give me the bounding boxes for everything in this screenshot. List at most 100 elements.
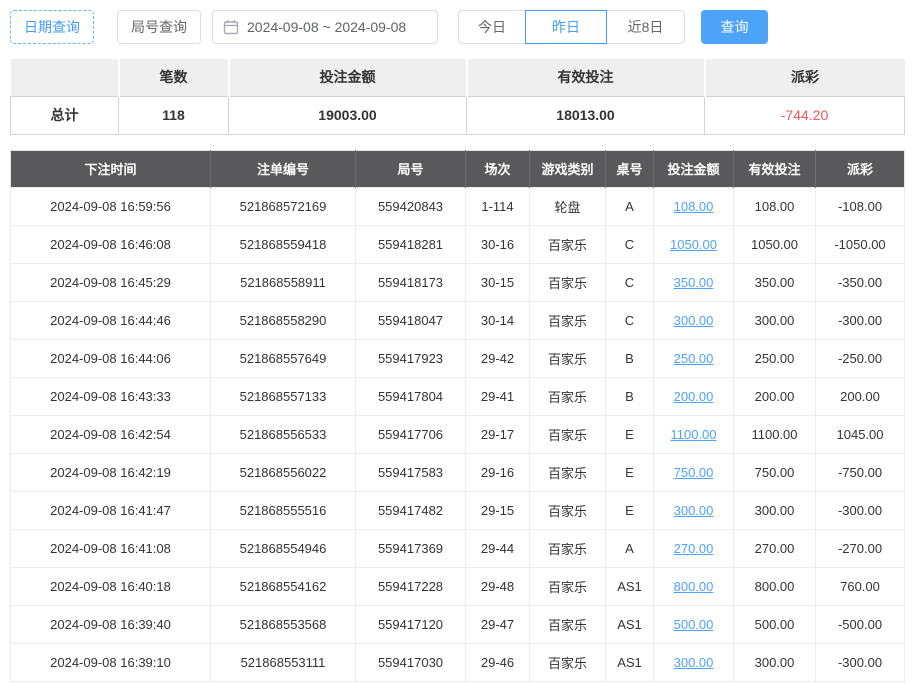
table-row: 2024-09-08 16:39:40521868553568559417120… bbox=[11, 605, 905, 643]
summary-total-label: 总计 bbox=[11, 96, 119, 134]
cell-table-no: B bbox=[606, 377, 654, 415]
cell-game: 百家乐 bbox=[530, 567, 606, 605]
summary-payout: -744.20 bbox=[705, 96, 905, 134]
table-row: 2024-09-08 16:41:08521868554946559417369… bbox=[11, 529, 905, 567]
cell-table-no: AS1 bbox=[606, 605, 654, 643]
cell-valid-bet: 1100.00 bbox=[734, 415, 816, 453]
cell-payout: -350.00 bbox=[816, 263, 905, 301]
cell-game: 百家乐 bbox=[530, 301, 606, 339]
round-query-button[interactable]: 局号查询 bbox=[117, 10, 201, 44]
cell-game: 轮盘 bbox=[530, 187, 606, 225]
cell-session: 30-14 bbox=[466, 301, 530, 339]
cell-bet-no: 521868554946 bbox=[211, 529, 356, 567]
table-row: 2024-09-08 16:46:08521868559418559418281… bbox=[11, 225, 905, 263]
cell-session: 29-17 bbox=[466, 415, 530, 453]
summary-header-count: 笔数 bbox=[119, 59, 229, 96]
cell-time: 2024-09-08 16:42:19 bbox=[11, 453, 211, 491]
summary-header-row: 笔数 投注金额 有效投注 派彩 bbox=[11, 59, 905, 96]
cell-session: 1-114 bbox=[466, 187, 530, 225]
cell-valid-bet: 300.00 bbox=[734, 301, 816, 339]
cell-round-no: 559417120 bbox=[356, 605, 466, 643]
cell-bet-no: 521868558290 bbox=[211, 301, 356, 339]
cell-table-no: C bbox=[606, 225, 654, 263]
cell-bet-no: 521868556533 bbox=[211, 415, 356, 453]
table-row: 2024-09-08 16:44:46521868558290559418047… bbox=[11, 301, 905, 339]
cell-valid-bet: 800.00 bbox=[734, 567, 816, 605]
bet-amount-link[interactable]: 300.00 bbox=[674, 655, 714, 670]
bet-amount-link[interactable]: 1100.00 bbox=[670, 427, 716, 442]
last8days-button[interactable]: 近8日 bbox=[606, 10, 685, 44]
cell-table-no: E bbox=[606, 415, 654, 453]
cell-payout: -1050.00 bbox=[816, 225, 905, 263]
bet-table-body: 2024-09-08 16:59:56521868572169559420843… bbox=[11, 187, 905, 681]
cell-bet-no: 521868553568 bbox=[211, 605, 356, 643]
cell-valid-bet: 200.00 bbox=[734, 377, 816, 415]
cell-table-no: E bbox=[606, 491, 654, 529]
quick-range-group: 今日 昨日 近8日 bbox=[458, 10, 685, 44]
bet-amount-link[interactable]: 270.00 bbox=[674, 541, 714, 556]
cell-game: 百家乐 bbox=[530, 377, 606, 415]
table-row: 2024-09-08 16:41:47521868555516559417482… bbox=[11, 491, 905, 529]
date-query-button[interactable]: 日期查询 bbox=[10, 10, 94, 44]
bet-amount-link[interactable]: 1050.00 bbox=[670, 237, 717, 252]
cell-round-no: 559417030 bbox=[356, 643, 466, 681]
cell-round-no: 559420843 bbox=[356, 187, 466, 225]
cell-bet-amount: 500.00 bbox=[654, 605, 734, 643]
today-button[interactable]: 今日 bbox=[458, 10, 526, 44]
cell-session: 29-44 bbox=[466, 529, 530, 567]
cell-game: 百家乐 bbox=[530, 339, 606, 377]
cell-bet-no: 521868555516 bbox=[211, 491, 356, 529]
search-button[interactable]: 查询 bbox=[701, 10, 768, 44]
cell-payout: 200.00 bbox=[816, 377, 905, 415]
bet-amount-link[interactable]: 800.00 bbox=[674, 579, 714, 594]
col-header-payout: 派彩 bbox=[816, 150, 905, 187]
cell-payout: -300.00 bbox=[816, 491, 905, 529]
cell-time: 2024-09-08 16:59:56 bbox=[11, 187, 211, 225]
table-row: 2024-09-08 16:42:19521868556022559417583… bbox=[11, 453, 905, 491]
cell-bet-no: 521868558911 bbox=[211, 263, 356, 301]
bet-amount-link[interactable]: 250.00 bbox=[674, 351, 714, 366]
date-range-input[interactable]: 2024-09-08 ~ 2024-09-08 bbox=[212, 10, 438, 44]
cell-valid-bet: 108.00 bbox=[734, 187, 816, 225]
cell-game: 百家乐 bbox=[530, 263, 606, 301]
cell-bet-amount: 300.00 bbox=[654, 301, 734, 339]
cell-bet-amount: 108.00 bbox=[654, 187, 734, 225]
cell-valid-bet: 300.00 bbox=[734, 643, 816, 681]
cell-bet-amount: 300.00 bbox=[654, 491, 734, 529]
cell-valid-bet: 750.00 bbox=[734, 453, 816, 491]
col-header-time: 下注时间 bbox=[11, 150, 211, 187]
table-row: 2024-09-08 16:39:10521868553111559417030… bbox=[11, 643, 905, 681]
cell-time: 2024-09-08 16:42:54 bbox=[11, 415, 211, 453]
cell-valid-bet: 500.00 bbox=[734, 605, 816, 643]
cell-session: 29-47 bbox=[466, 605, 530, 643]
bet-amount-link[interactable]: 108.00 bbox=[674, 199, 714, 214]
cell-bet-amount: 1050.00 bbox=[654, 225, 734, 263]
bet-amount-link[interactable]: 350.00 bbox=[674, 275, 714, 290]
cell-game: 百家乐 bbox=[530, 415, 606, 453]
cell-game: 百家乐 bbox=[530, 225, 606, 263]
bet-amount-link[interactable]: 500.00 bbox=[674, 617, 714, 632]
cell-payout: -108.00 bbox=[816, 187, 905, 225]
cell-bet-amount: 800.00 bbox=[654, 567, 734, 605]
table-row: 2024-09-08 16:59:56521868572169559420843… bbox=[11, 187, 905, 225]
cell-bet-no: 521868557133 bbox=[211, 377, 356, 415]
cell-round-no: 559417369 bbox=[356, 529, 466, 567]
cell-table-no: C bbox=[606, 263, 654, 301]
cell-bet-amount: 300.00 bbox=[654, 643, 734, 681]
summary-table: 笔数 投注金额 有效投注 派彩 总计 118 19003.00 18013.00… bbox=[10, 59, 905, 135]
cell-valid-bet: 270.00 bbox=[734, 529, 816, 567]
col-header-bet-amount: 投注金额 bbox=[654, 150, 734, 187]
cell-bet-amount: 270.00 bbox=[654, 529, 734, 567]
cell-bet-amount: 350.00 bbox=[654, 263, 734, 301]
bet-amount-link[interactable]: 750.00 bbox=[674, 465, 714, 480]
cell-game: 百家乐 bbox=[530, 529, 606, 567]
bet-amount-link[interactable]: 300.00 bbox=[674, 503, 714, 518]
cell-round-no: 559418047 bbox=[356, 301, 466, 339]
bet-records-table: 下注时间 注单编号 局号 场次 游戏类别 桌号 投注金额 有效投注 派彩 202… bbox=[10, 150, 905, 682]
bet-amount-link[interactable]: 200.00 bbox=[674, 389, 714, 404]
cell-bet-amount: 200.00 bbox=[654, 377, 734, 415]
bet-amount-link[interactable]: 300.00 bbox=[674, 313, 714, 328]
yesterday-button[interactable]: 昨日 bbox=[525, 10, 607, 44]
cell-payout: -750.00 bbox=[816, 453, 905, 491]
col-header-valid-bet: 有效投注 bbox=[734, 150, 816, 187]
